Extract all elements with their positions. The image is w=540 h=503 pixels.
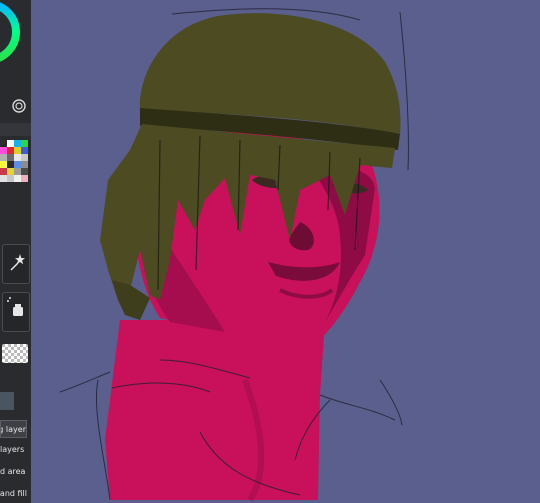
spray-bucket-icon bbox=[7, 297, 23, 316]
left-tool-panel: ng layer layers d area and fill bbox=[0, 0, 31, 503]
palette-swatch[interactable] bbox=[7, 140, 14, 147]
menu-item-layers[interactable]: layers bbox=[0, 441, 27, 459]
palette-swatch[interactable] bbox=[14, 175, 21, 182]
palette-swatch[interactable] bbox=[14, 154, 21, 161]
palette-swatch[interactable] bbox=[21, 175, 28, 182]
palette-swatch[interactable] bbox=[0, 140, 7, 147]
palette-swatch[interactable] bbox=[7, 175, 14, 182]
palette-swatch[interactable] bbox=[14, 140, 21, 147]
menu-item-selected-area[interactable]: d area bbox=[0, 463, 27, 481]
drawing-canvas[interactable] bbox=[31, 0, 540, 503]
palette-swatch[interactable] bbox=[21, 161, 28, 168]
palette-swatch[interactable] bbox=[21, 140, 28, 147]
palette-swatch[interactable] bbox=[7, 147, 14, 154]
menu-item-new-layer[interactable]: ng layer bbox=[0, 420, 27, 438]
palette-swatch[interactable] bbox=[7, 168, 14, 175]
palette-swatch[interactable] bbox=[14, 161, 21, 168]
palette-swatch[interactable] bbox=[0, 175, 7, 182]
palette-swatch[interactable] bbox=[0, 154, 7, 161]
palette-swatch[interactable] bbox=[21, 168, 28, 175]
palette-swatch[interactable] bbox=[0, 161, 7, 168]
palette-swatch[interactable] bbox=[21, 147, 28, 154]
menu-item-and-fill[interactable]: and fill bbox=[0, 485, 27, 503]
spray-fill-tool[interactable] bbox=[2, 292, 30, 332]
neck-and-shoulder bbox=[105, 320, 325, 500]
palette-swatch[interactable] bbox=[0, 147, 7, 154]
palette-swatch[interactable] bbox=[14, 147, 21, 154]
palette-swatch[interactable] bbox=[7, 161, 14, 168]
layers-tab[interactable] bbox=[0, 392, 14, 410]
color-palette[interactable] bbox=[0, 140, 28, 216]
paint-app: ng layer layers d area and fill bbox=[0, 0, 540, 503]
palette-swatch[interactable] bbox=[0, 168, 7, 175]
palette-swatch[interactable] bbox=[7, 154, 14, 161]
color-wheel-icon[interactable] bbox=[0, 0, 24, 84]
magic-wand-tool[interactable] bbox=[2, 244, 30, 284]
target-icon[interactable] bbox=[11, 98, 27, 114]
palette-swatch[interactable] bbox=[14, 168, 21, 175]
magic-wand-icon bbox=[10, 254, 25, 271]
palette-swatch[interactable] bbox=[21, 154, 28, 161]
portrait-artwork bbox=[59, 8, 409, 502]
transparency-checker-icon[interactable] bbox=[2, 344, 28, 363]
palette-header-strip bbox=[0, 123, 31, 136]
